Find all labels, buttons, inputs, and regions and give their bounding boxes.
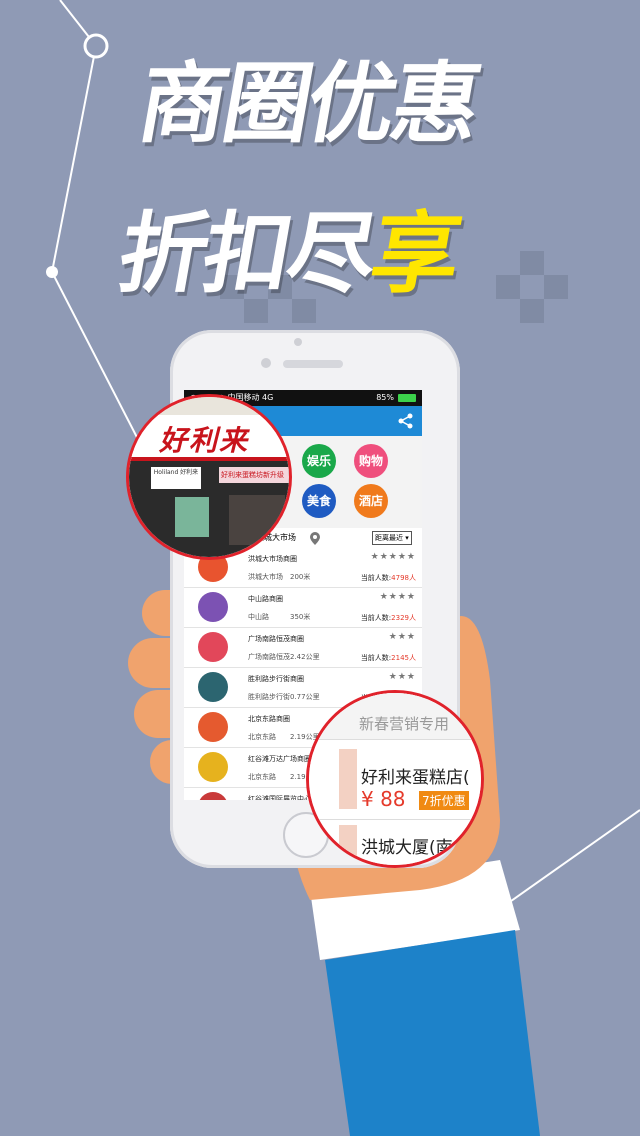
district-name: 胜利路步行街商圈 [248,675,304,683]
offer-thumbnail [339,749,357,809]
phone-speaker [283,360,343,368]
district-icon [198,632,228,662]
store-sign-text: 好利来 [159,424,250,457]
category-hotel[interactable]: 酒店 [354,484,388,518]
offer-shop-name[interactable]: 好利来蛋糕店( [361,763,470,788]
store-interior [229,495,285,545]
district-address: 洪城大市场 [248,573,283,581]
phone-camera-top [294,338,302,346]
sort-select-label: 距离最近 [375,534,403,542]
district-icon [198,592,228,622]
category-shopping[interactable]: 购物 [354,444,388,478]
district-name: 红谷滩国际展览中心 [248,795,311,800]
visitor-count-value: 2329人 [391,614,416,622]
visitor-count-label: 当前人数: [360,654,392,662]
district-name: 北京东路商圈 [248,715,290,723]
district-distance: 2.42公里 [290,653,320,661]
rating-stars: ★★★★ [379,592,416,602]
district-icon [198,792,228,800]
list-item[interactable]: 广场南路恒茂商圈 广场南路恒茂 2.42公里 ★★★ 当前人数:2145人 [184,628,422,668]
phone-camera [261,358,271,368]
visitor-count-label: 当前人数: [360,614,392,622]
visitor-count: 当前人数:4798人 [361,573,416,583]
store-window: 好利来蛋糕坊新升级 Holiland 好利来 [129,461,289,557]
visitor-count-label: 当前人数: [360,574,392,582]
district-distance: 350米 [290,613,311,621]
headline-line-2: 折扣尽享 [111,202,465,305]
node-circle-top [83,33,109,59]
offer-price: ¥ 88 [361,787,406,811]
small-sign: 好利来蛋糕坊新升级 [219,467,289,483]
discount-badge: 7折优惠 [419,791,469,810]
magnifier-lens-storefront: 好利来 好利来蛋糕坊新升级 Holiland 好利来 [126,394,292,560]
rating-stars: ★★★ [388,672,416,682]
district-name: 红谷滩万达广场商圈 [248,755,311,763]
district-icon [198,752,228,782]
share-icon[interactable] [398,413,414,429]
rating-stars: ★★★ [388,632,416,642]
district-address: 北京东路 [248,733,276,741]
district-distance: 200米 [290,573,311,581]
district-name: 广场南路恒茂商圈 [248,635,304,643]
district-address: 北京东路 [248,773,276,781]
category-entertainment[interactable]: 娱乐 [302,444,336,478]
store-poster [175,497,209,537]
offer-shop2-name[interactable]: 洪城大厦(南 [361,833,453,858]
visitor-count-value: 2145人 [391,654,416,662]
battery-text: 85% [376,393,394,402]
storefront-sign: 好利来 [129,415,289,461]
district-icon [198,712,228,742]
storefront-photo: 好利来 好利来蛋糕坊新升级 Holiland 好利来 [129,397,289,557]
offer-header: 新春营销专用 [309,693,481,740]
battery-icon [398,394,416,402]
district-address: 广场南路恒茂 [248,653,290,661]
sleeve [325,930,540,1136]
magnifier-lens-offer: 新春营销专用 好利来蛋糕店( ¥ 88 7折优惠 洪城大厦(南 [306,690,484,868]
district-name: 中山路商圈 [248,595,283,603]
headline-line-2-prefix: 折扣尽 [111,202,382,305]
visitor-count: 当前人数:2145人 [361,653,416,663]
headline-line-1: 商圈优惠 [131,52,486,155]
rating-stars: ★★★★★ [370,552,416,562]
visitor-count: 当前人数:2329人 [361,613,416,623]
list-item[interactable]: 中山路商圈中山路 350米 ★★★★ 当前人数:2329人 [184,588,422,628]
district-address: 中山路 [248,613,269,621]
sort-select[interactable]: 距离最近 ▾ [372,531,412,545]
brand-plate: Holiland 好利来 [151,467,201,489]
offer-thumbnail-2 [339,825,357,865]
offer-divider [309,819,481,820]
offer-header-text: 新春营销专用 [359,715,450,733]
visitor-count-value: 4798人 [391,574,416,582]
district-address: 胜利路步行街 [248,693,290,701]
location-pin-icon [310,532,320,545]
node-dot-left [46,266,58,278]
category-food[interactable]: 美食 [302,484,336,518]
district-icon [198,672,228,702]
